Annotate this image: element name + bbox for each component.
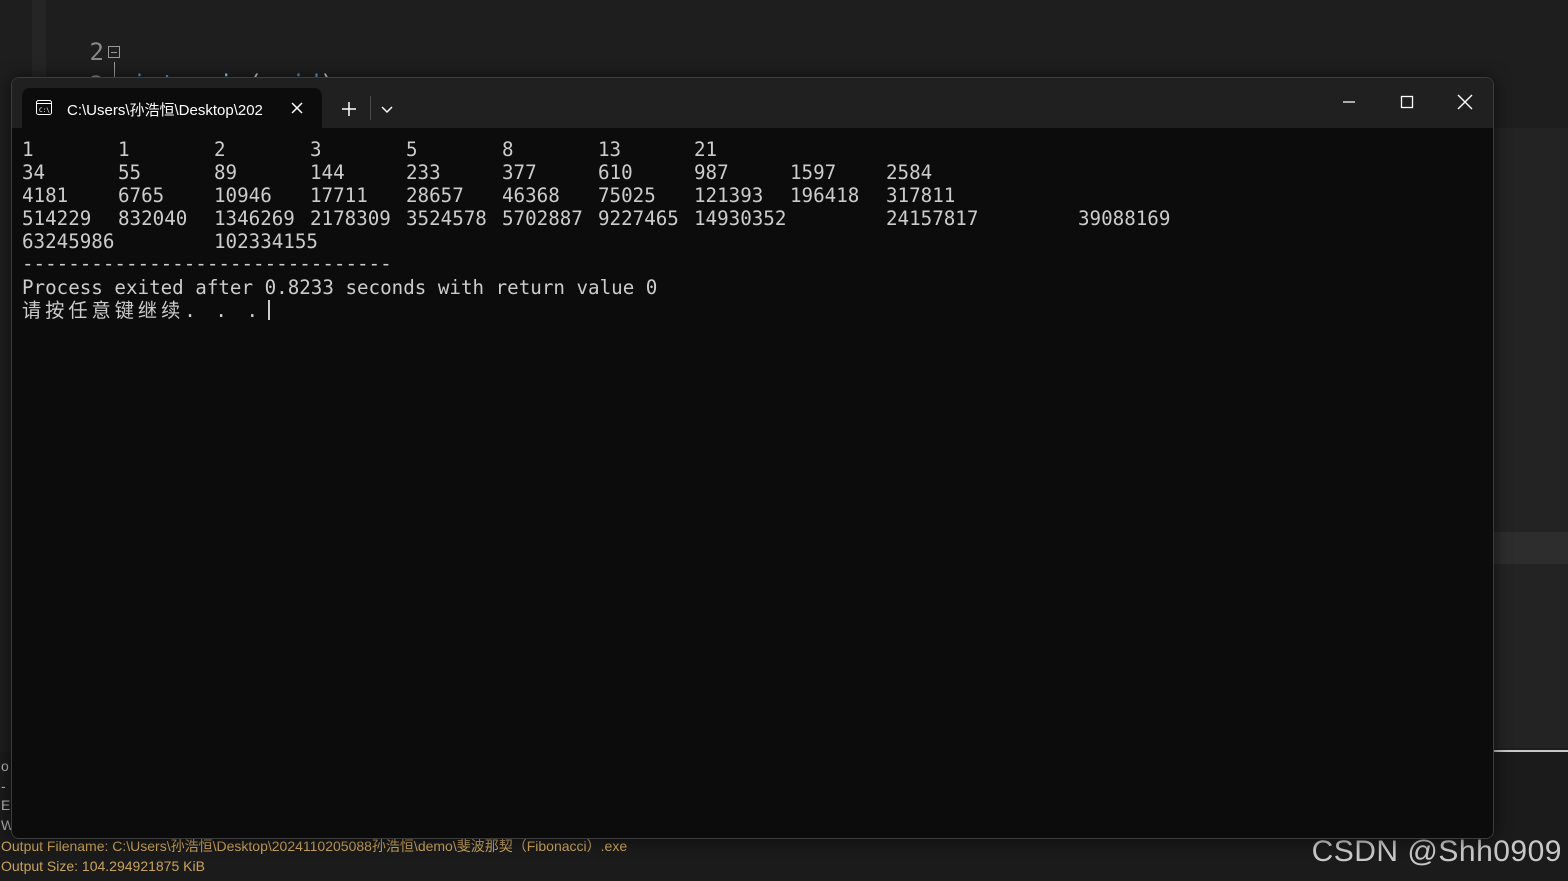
fibonacci-number: 233 <box>406 161 441 184</box>
fibonacci-number: 75025 <box>598 184 656 207</box>
fibonacci-number: 10946 <box>214 184 272 207</box>
fibonacci-number: 17711 <box>310 184 368 207</box>
fibonacci-number: 8 <box>502 138 514 161</box>
log-fragment: - <box>1 778 6 794</box>
close-tab-icon[interactable] <box>288 99 306 117</box>
fibonacci-number: 1 <box>118 138 130 161</box>
screen: 2 int main(void) 3 { o - E W Output File… <box>0 0 1568 881</box>
fibonacci-number: 3 <box>310 138 322 161</box>
fibonacci-number: 46368 <box>502 184 560 207</box>
fibonacci-number: 4181 <box>22 184 69 207</box>
tab-title: C:\Users\孙浩恒\Desktop\202 <box>67 102 263 119</box>
exit-message: Process exited after 0.8233 seconds with… <box>22 276 658 299</box>
close-window-icon[interactable] <box>1453 90 1477 114</box>
fibonacci-number: 21 <box>694 138 718 161</box>
separator-line: -------------------------------- <box>22 252 392 275</box>
svg-text:C:\: C:\ <box>39 107 50 114</box>
fibonacci-number: 39088169 <box>1078 207 1171 230</box>
prompt-line: 请按任意键继续. . . <box>22 299 271 322</box>
terminal-tab[interactable]: C:\ C:\Users\孙浩恒\Desktop\202 <box>22 88 322 128</box>
fibonacci-number: 1 <box>22 138 34 161</box>
minimize-icon[interactable] <box>1337 90 1361 114</box>
tab-divider <box>370 96 371 120</box>
fibonacci-number: 2584 <box>886 161 933 184</box>
fibonacci-number: 14930352 <box>694 207 787 230</box>
fibonacci-number: 5 <box>406 138 418 161</box>
log-output-filename: Output Filename: C:\Users\孙浩恒\Desktop\20… <box>1 838 628 854</box>
fibonacci-number: 144 <box>310 161 345 184</box>
fibonacci-number: 89 <box>214 161 238 184</box>
fibonacci-number: 2 <box>214 138 226 161</box>
fibonacci-number: 5702887 <box>502 207 583 230</box>
terminal-icon: C:\ <box>36 100 52 115</box>
fibonacci-number: 13 <box>598 138 622 161</box>
title-bar[interactable]: C:\ C:\Users\孙浩恒\Desktop\202 <box>12 78 1493 128</box>
fibonacci-number: 317811 <box>886 184 956 207</box>
fibonacci-number: 377 <box>502 161 537 184</box>
fibonacci-number: 102334155 <box>214 230 318 253</box>
editor-highlight-band <box>1494 532 1568 564</box>
terminal-window[interactable]: C:\ C:\Users\孙浩恒\Desktop\202 1 1 2 3 5 8… <box>11 77 1494 839</box>
fibonacci-number: 514229 <box>22 207 92 230</box>
fibonacci-number: 987 <box>694 161 729 184</box>
fibonacci-number: 2178309 <box>310 207 391 230</box>
code-line-3: 3 { <box>0 37 146 163</box>
log-fragment: o <box>1 758 9 774</box>
chevron-down-icon[interactable] <box>378 100 396 118</box>
editor-right-pane <box>1494 128 1568 748</box>
new-tab-icon[interactable] <box>338 98 360 120</box>
prompt-text: 请按任意键继续. . . <box>22 299 263 322</box>
code-line-2: 2 int main(void) <box>0 4 335 98</box>
fibonacci-number: 28657 <box>406 184 464 207</box>
text-cursor <box>268 300 271 320</box>
fibonacci-number: 832040 <box>118 207 188 230</box>
fibonacci-number: 121393 <box>694 184 764 207</box>
fibonacci-number: 55 <box>118 161 142 184</box>
fibonacci-number: 6765 <box>118 184 165 207</box>
log-output-size: Output Size: 104.294921875 KiB <box>1 858 205 874</box>
fibonacci-number: 610 <box>598 161 633 184</box>
fold-guide <box>114 62 115 78</box>
fibonacci-number: 9227465 <box>598 207 679 230</box>
fibonacci-number: 24157817 <box>886 207 979 230</box>
terminal-output[interactable]: 1 1 2 3 5 8 13 21 34 55 89 144 233 377 610 987 1597 2584 4… <box>12 128 1493 838</box>
maximize-icon[interactable] <box>1395 90 1419 114</box>
fibonacci-number: 1597 <box>790 161 837 184</box>
log-fragment: E <box>1 797 11 813</box>
fibonacci-number: 1346269 <box>214 207 295 230</box>
fibonacci-number: 196418 <box>790 184 860 207</box>
fibonacci-number: 3524578 <box>406 207 487 230</box>
fibonacci-number: 34 <box>22 161 46 184</box>
fibonacci-number: 63245986 <box>22 230 115 253</box>
fold-collapse-icon[interactable] <box>108 46 120 58</box>
watermark: CSDN @Shh0909 <box>1311 835 1562 868</box>
